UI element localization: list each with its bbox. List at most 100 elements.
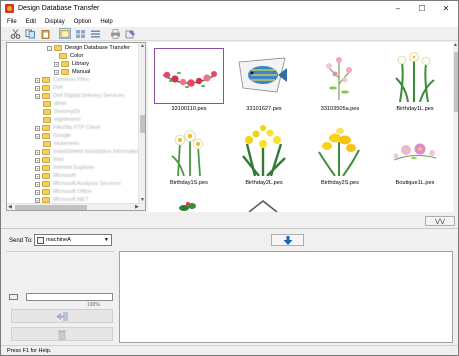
menu-option[interactable]: Option — [74, 19, 92, 25]
menu-edit[interactable]: Edit — [26, 19, 36, 25]
paste-icon — [41, 29, 49, 39]
expand-node-icon[interactable]: + — [35, 181, 40, 187]
thumbnail-item[interactable]: Birthday2L.pes — [229, 122, 299, 192]
tree-item-label: Library — [72, 61, 90, 67]
thumbnail-item[interactable]: Birthday1L.pes — [380, 48, 450, 118]
thumbnail-scroll-thumb[interactable] — [454, 52, 458, 112]
copy-button[interactable] — [24, 28, 36, 39]
tree-item[interactable]: Color — [59, 52, 83, 60]
tree-item-label: Google — [53, 133, 72, 139]
tree-item[interactable]: + Dell — [35, 84, 63, 92]
tree-item[interactable]: DummyDir — [43, 108, 80, 116]
folder-tree[interactable]: - Design Database Transfer Color + Library + M… — [6, 42, 146, 211]
small-thumbnail-button[interactable] — [89, 28, 101, 39]
folder-icon — [42, 157, 50, 163]
pane-divider[interactable] — [1, 228, 458, 229]
tree-item[interactable]: - Design Database Transfer — [47, 44, 130, 52]
tree-item[interactable]: Hubeneric — [43, 140, 80, 148]
scroll-left-arrow-icon[interactable]: ◀ — [8, 204, 12, 210]
expand-node-icon[interactable]: + — [35, 93, 40, 99]
tree-item[interactable]: eightteenV — [43, 116, 81, 124]
tree-item[interactable]: + Google — [35, 132, 71, 140]
thumbnail-item[interactable]: Birthday1S.pes — [154, 122, 224, 192]
folder-icon — [59, 53, 67, 59]
thumbnail-item[interactable]: Birthday2S.pes — [305, 122, 375, 192]
status-text: Press F1 for Help. — [7, 347, 52, 354]
design-thumbnail-pane[interactable]: 33100110.pes 33101627.pes 33103505a.pes … — [148, 42, 453, 212]
expand-node-icon[interactable]: + — [35, 133, 40, 139]
large-thumbnail-button[interactable] — [59, 28, 71, 39]
menu-help[interactable]: Help — [100, 19, 112, 25]
thumbnail-item-partial[interactable] — [154, 198, 224, 212]
thumbnail-item[interactable]: 33100110.pes — [154, 48, 224, 118]
trash-icon — [58, 330, 66, 340]
folder-icon — [42, 77, 50, 83]
tree-item[interactable]: + Microsoft — [35, 172, 76, 180]
capacity-bar — [26, 293, 113, 301]
send-back-button[interactable] — [11, 309, 113, 323]
expand-node-icon[interactable]: + — [35, 173, 40, 179]
scroll-right-arrow-icon[interactable]: ▶ — [135, 204, 139, 210]
thumbnail-item[interactable]: 33103505a.pes — [305, 48, 375, 118]
tree-item[interactable]: + Library — [54, 60, 89, 68]
expand-node-icon[interactable]: + — [35, 189, 40, 195]
folder-icon — [42, 173, 50, 179]
expand-node-icon[interactable]: + — [35, 85, 40, 91]
tree-item[interactable]: dtnet — [43, 100, 66, 108]
double-chevron-down-icon: ⋁⋁ — [435, 218, 445, 225]
print-button[interactable] — [109, 28, 121, 39]
collapse-panel-button[interactable]: ⋁⋁ — [425, 216, 455, 226]
resize-grip-icon[interactable]: ⋱ — [450, 348, 455, 354]
tree-horizontal-scroll-thumb[interactable] — [15, 205, 87, 210]
thumbnail-item-partial[interactable] — [229, 198, 299, 212]
tree-item[interactable]: + Dell Digital Delivery Services — [35, 92, 125, 100]
minimize-button[interactable]: – — [386, 1, 410, 16]
expand-node-icon[interactable]: + — [35, 197, 40, 203]
tree-item-label: DummyDir — [54, 109, 81, 115]
machine-file-pane[interactable] — [119, 251, 453, 343]
thumbnail-filename: 33101627.pes — [246, 106, 282, 112]
small-thumbnail-icon — [90, 30, 100, 38]
expand-node-icon[interactable]: + — [35, 149, 40, 155]
paste-button[interactable] — [39, 28, 51, 39]
menu-file[interactable]: File — [7, 19, 17, 25]
expand-node-icon[interactable]: + — [54, 61, 59, 67]
tree-item[interactable]: + FileZilla FTP Client — [35, 124, 100, 132]
expand-node-icon[interactable]: + — [35, 157, 40, 163]
properties-icon — [125, 29, 135, 38]
medium-thumbnail-button[interactable] — [74, 28, 86, 39]
cut-button[interactable] — [9, 28, 21, 39]
thumbnail-item[interactable]: 33101627.pes — [229, 48, 299, 118]
app-window: Design Database Transfer – ☐ ✕ File Edit… — [0, 0, 459, 356]
tree-horizontal-scrollbar[interactable]: ◀ ▶ — [7, 203, 145, 210]
tree-item[interactable]: + Intel — [35, 156, 64, 164]
tree-item[interactable]: + InstallShield Installation Information — [35, 148, 139, 156]
tree-vertical-scrollbar[interactable]: ▲ ▼ — [138, 43, 145, 204]
thumbnail-item[interactable]: Boutique1L.pes — [380, 122, 450, 192]
maximize-button[interactable]: ☐ — [410, 1, 434, 16]
tree-item[interactable]: + Microsoft Office — [35, 188, 92, 196]
tree-item-label: Design Database Transfer — [65, 45, 130, 51]
expand-node-icon[interactable]: + — [54, 69, 59, 75]
scroll-up-arrow-icon[interactable]: ▲ — [140, 43, 145, 49]
scroll-up-arrow-icon[interactable]: ▲ — [453, 42, 458, 48]
tree-item-label: Common Files — [53, 77, 90, 83]
properties-button[interactable] — [124, 28, 136, 39]
expand-node-icon[interactable]: + — [35, 165, 40, 171]
delete-button[interactable] — [11, 327, 113, 341]
menu-display[interactable]: Display — [45, 19, 65, 25]
thumbnail-image-yellow-bouquet — [229, 122, 299, 178]
tree-item[interactable]: + Common Files — [35, 76, 89, 84]
transfer-button[interactable] — [271, 234, 304, 246]
tree-vertical-scroll-thumb[interactable] — [140, 115, 145, 133]
expand-node-icon[interactable]: + — [35, 125, 40, 131]
tree-item[interactable]: + Microsoft Analysis Services — [35, 180, 121, 188]
expand-node-icon[interactable]: + — [35, 77, 40, 83]
collapse-node-icon[interactable]: - — [47, 45, 52, 51]
close-button[interactable]: ✕ — [434, 1, 458, 16]
tree-item[interactable]: + Manual — [54, 68, 90, 76]
thumbnail-vertical-scrollbar[interactable]: ▲ — [453, 42, 458, 212]
tree-item[interactable]: + Internet Explorer — [35, 164, 94, 172]
thumbnail-filename: Birthday2L.pes — [245, 180, 283, 186]
machine-select[interactable]: machineA ▼ — [34, 234, 112, 246]
